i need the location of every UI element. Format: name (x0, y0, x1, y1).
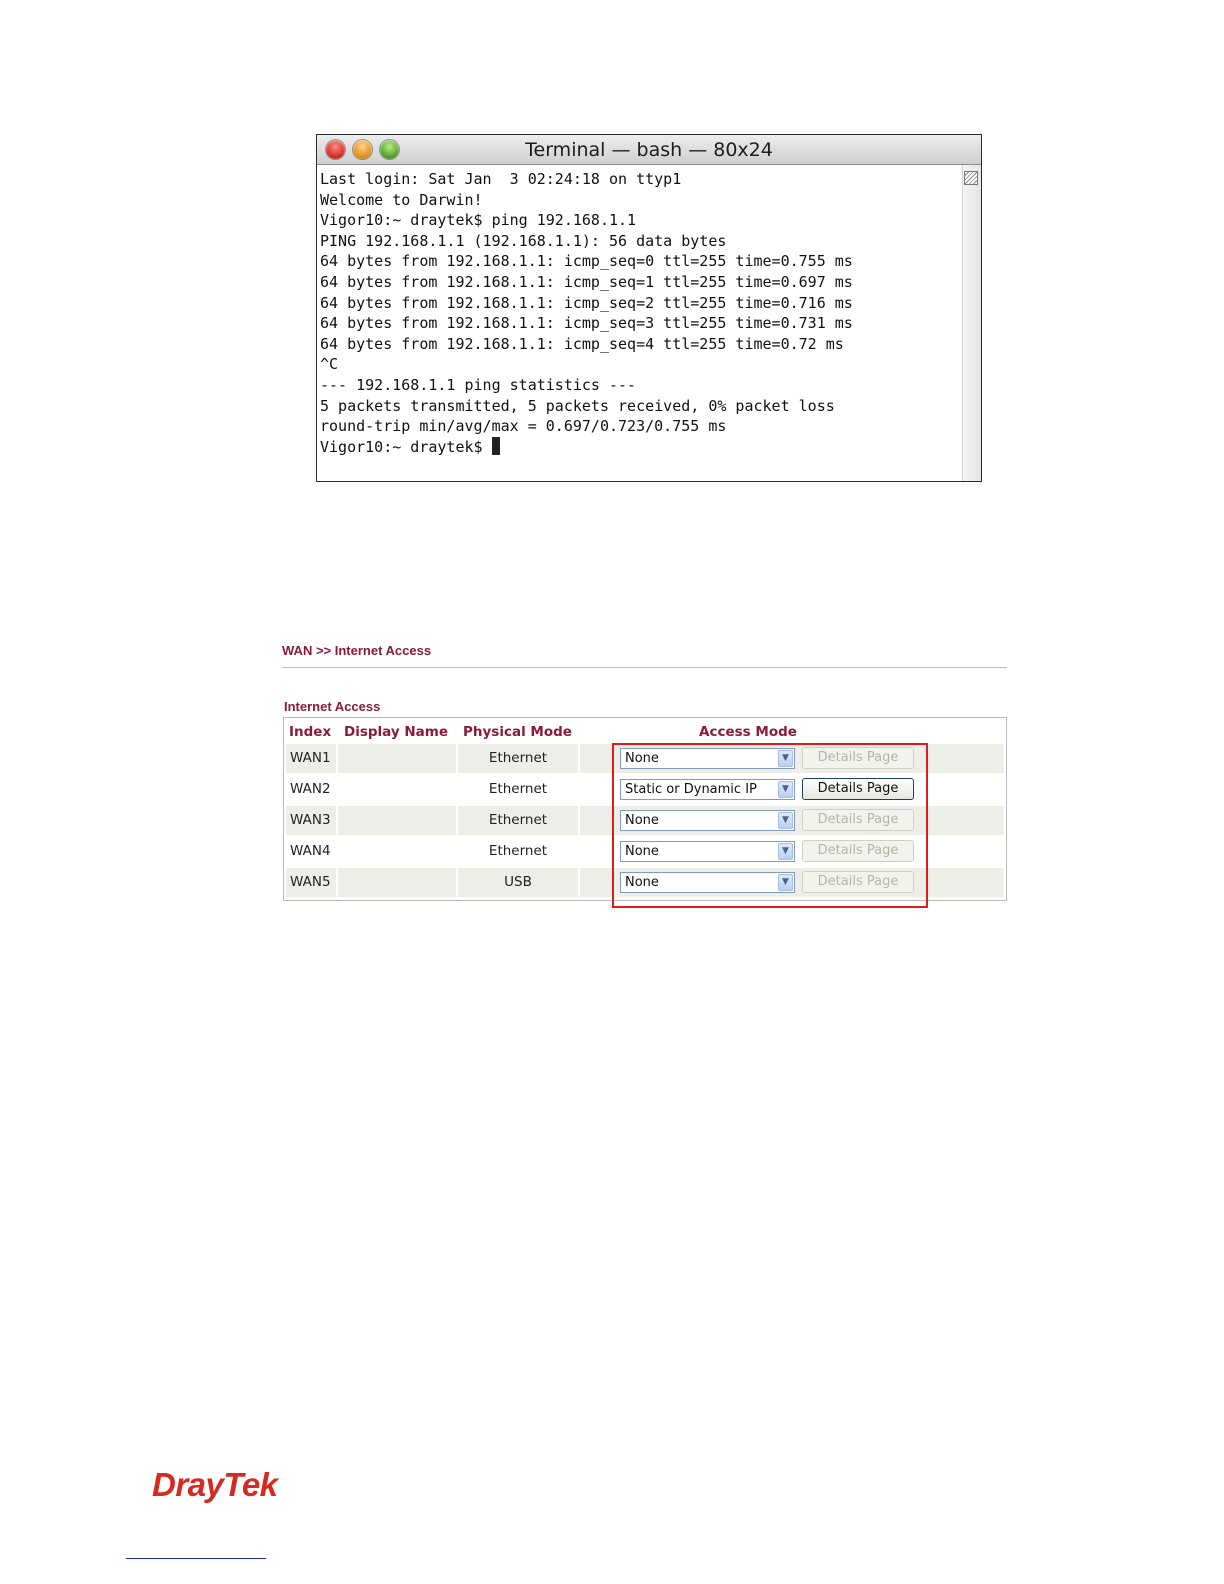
access-mode-value: None (625, 844, 659, 859)
section-title: Internet Access (284, 699, 381, 714)
wan-index: WAN2 (290, 781, 331, 797)
terminal-line: 64 bytes from 192.168.1.1: icmp_seq=2 tt… (320, 293, 853, 312)
terminal-window: Terminal — bash — 80x24 Last login: Sat … (316, 134, 982, 482)
details-page-button: Details Page (802, 840, 914, 862)
terminal-line: Vigor10:~ draytek$ ping 192.168.1.1 (320, 211, 637, 230)
access-mode-select[interactable]: None ▼ (620, 872, 795, 893)
column-header-index: Index (289, 724, 332, 740)
physical-mode: Ethernet (488, 843, 548, 859)
terminal-output[interactable]: Last login: Sat Jan 3 02:24:18 on ttyp1 … (317, 165, 963, 481)
table-row: WAN3 Ethernet None ▼ Details Page (286, 806, 1004, 835)
draytek-logo: DrayTek (152, 1466, 278, 1503)
wan-index: WAN4 (290, 843, 331, 859)
access-mode-select[interactable]: None ▼ (620, 841, 795, 862)
wan-index: WAN1 (290, 750, 331, 766)
chevron-down-icon[interactable]: ▼ (778, 781, 793, 798)
physical-mode: USB (504, 874, 532, 890)
terminal-scrollbar[interactable] (962, 165, 981, 481)
text-cursor (491, 436, 500, 455)
footer-divider (126, 1558, 266, 1559)
table-row: WAN2 Ethernet Static or Dynamic IP ▼ Deta… (286, 775, 1004, 804)
access-mode-value: None (625, 875, 659, 890)
access-mode-value: Static or Dynamic IP (625, 782, 757, 797)
physical-mode: Ethernet (488, 750, 548, 766)
details-page-button: Details Page (802, 809, 914, 831)
chevron-down-icon[interactable]: ▼ (778, 843, 793, 860)
terminal-line: --- 192.168.1.1 ping statistics --- (320, 375, 637, 394)
terminal-line: 64 bytes from 192.168.1.1: icmp_seq=3 tt… (320, 314, 853, 333)
terminal-line: 5 packets transmitted, 5 packets receive… (320, 396, 835, 415)
access-mode-select[interactable]: None ▼ (620, 748, 795, 769)
details-page-button: Details Page (802, 747, 914, 769)
terminal-line: 64 bytes from 192.168.1.1: icmp_seq=4 tt… (320, 334, 844, 353)
terminal-line: 64 bytes from 192.168.1.1: icmp_seq=1 tt… (320, 272, 853, 291)
access-mode-select[interactable]: None ▼ (620, 810, 795, 831)
chevron-down-icon[interactable]: ▼ (778, 874, 793, 891)
column-header-access-mode: Access Mode (699, 724, 797, 740)
terminal-line: round-trip min/avg/max = 0.697/0.723/0.7… (320, 417, 727, 436)
physical-mode: Ethernet (488, 812, 548, 828)
terminal-prompt-line[interactable]: Vigor10:~ draytek$ (320, 436, 963, 458)
breadcrumb: WAN >> Internet Access (282, 643, 432, 658)
column-header-display-name: Display Name (344, 724, 448, 740)
column-header-physical-mode: Physical Mode (463, 724, 572, 740)
terminal-line: PING 192.168.1.1 (192.168.1.1): 56 data … (320, 231, 727, 250)
access-mode-value: None (625, 813, 659, 828)
terminal-line: 64 bytes from 192.168.1.1: icmp_seq=0 tt… (320, 252, 853, 271)
details-page-button: Details Page (802, 871, 914, 893)
resize-grip-icon[interactable] (964, 171, 978, 185)
table-row: WAN4 Ethernet None ▼ Details Page (286, 837, 1004, 866)
chevron-down-icon[interactable]: ▼ (778, 812, 793, 829)
table-row: WAN5 USB None ▼ Details Page (286, 868, 1004, 897)
terminal-prompt: Vigor10:~ draytek$ (320, 437, 492, 456)
terminal-line: Last login: Sat Jan 3 02:24:18 on ttyp1 (320, 170, 682, 188)
breadcrumb-divider (282, 667, 1007, 668)
physical-mode: Ethernet (488, 781, 548, 797)
internet-access-table: Index Display Name Physical Mode Access … (283, 717, 1007, 901)
details-page-button[interactable]: Details Page (802, 778, 914, 800)
access-mode-select[interactable]: Static or Dynamic IP ▼ (620, 779, 795, 800)
access-mode-value: None (625, 751, 659, 766)
wan-index: WAN3 (290, 812, 331, 828)
terminal-title: Terminal — bash — 80x24 (525, 139, 773, 161)
terminal-titlebar[interactable]: Terminal — bash — 80x24 (317, 135, 981, 165)
wan-index: WAN5 (290, 874, 331, 890)
terminal-line: Welcome to Darwin! (320, 190, 483, 209)
terminal-line: ^C (320, 355, 339, 374)
chevron-down-icon[interactable]: ▼ (778, 750, 793, 767)
table-row: WAN1 Ethernet None ▼ Details Page (286, 744, 1004, 773)
